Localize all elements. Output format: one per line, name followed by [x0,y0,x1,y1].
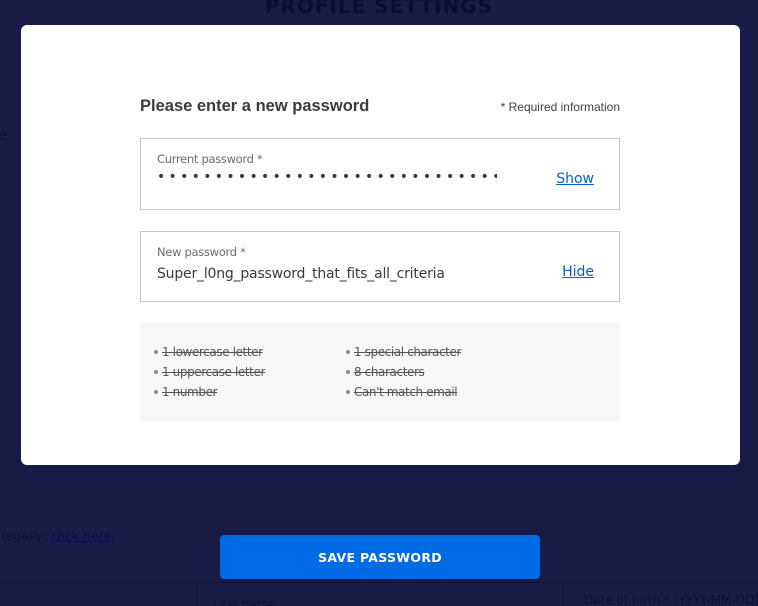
criteria-item: 1 special character [346,342,461,362]
current-password-input[interactable]: •••••••••••••••••••••••••••••••••• [157,169,497,185]
bullet-icon [154,370,158,374]
change-password-modal: Please enter a new password * Required i… [21,25,740,465]
legal-notice: legally, click here. [2,528,115,543]
criteria-label: Can't match email [354,385,458,399]
criteria-label: 1 uppercase letter [162,365,265,379]
legal-click-here-link[interactable]: click here. [51,528,115,543]
criteria-item: Can't match email [346,382,461,402]
modal-title: Please enter a new password [140,97,370,115]
criteria-item: 1 number [154,382,354,402]
current-password-label: Current password * [157,152,263,166]
criteria-item: 1 uppercase letter [154,362,354,382]
background-form-row: Last name Date of birth * (YYYY-MM-DD) [0,582,758,606]
page-title: PROFILE SETTINGS [264,0,494,18]
last-name-field[interactable]: Last name [196,583,564,606]
bullet-icon [346,370,350,374]
criteria-item: 1 lowercase letter [154,342,354,362]
criteria-label: 1 lowercase letter [162,345,263,359]
legal-notice-text: legally, [2,528,48,543]
bullet-icon [346,390,350,394]
show-password-button[interactable]: Show [556,171,594,187]
criteria-column-2: 1 special character 8 characters Can't m… [346,342,461,422]
criteria-label: 1 special character [354,345,461,359]
save-password-button[interactable]: SAVE PASSWORD [220,535,540,579]
bullet-icon [154,390,158,394]
last-name-label: Last name [213,597,276,606]
date-of-birth-field[interactable]: Date of birth * (YYYY-MM-DD) [563,583,758,606]
password-criteria: 1 lowercase letter 1 uppercase letter 1 … [140,322,620,422]
criteria-column-1: 1 lowercase letter 1 uppercase letter 1 … [154,342,354,422]
date-of-birth-label: Date of birth * (YYYY-MM-DD) [584,593,758,606]
hide-password-button[interactable]: Hide [562,264,594,280]
current-password-field[interactable]: Current password * •••••••••••••••••••••… [140,138,620,210]
criteria-label: 1 number [162,385,218,399]
background-text-fragment: e [0,126,8,144]
criteria-label: 8 characters [354,365,425,379]
bullet-icon [346,350,350,354]
criteria-item: 8 characters [346,362,461,382]
new-password-input[interactable]: Super_l0ng_password_that_fits_all_criter… [157,266,517,282]
new-password-label: New password * [157,245,246,259]
new-password-field[interactable]: New password * Super_l0ng_password_that_… [140,231,620,302]
modal-header: Please enter a new password * Required i… [140,97,620,116]
bullet-icon [154,350,158,354]
required-information-note: * Required information [500,100,620,114]
